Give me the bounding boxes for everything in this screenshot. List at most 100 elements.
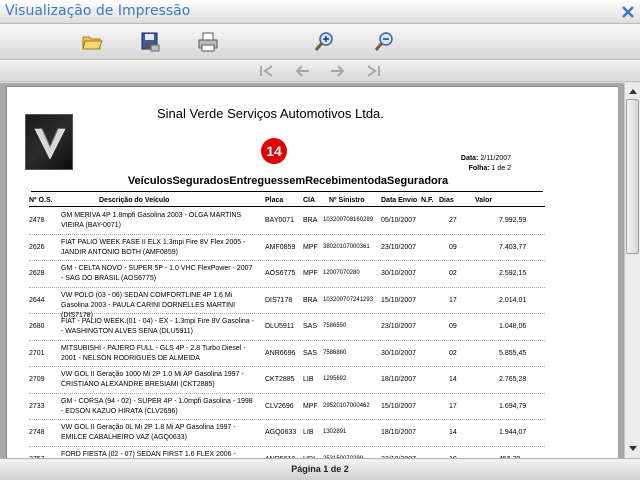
arrow-down-icon bbox=[629, 446, 637, 451]
cell-sinistro: 38020107000361 bbox=[323, 243, 370, 250]
header-descricao: Descrição do Veículo bbox=[99, 197, 170, 204]
cell-os: 2628 bbox=[29, 270, 45, 277]
cell-os: 2478 bbox=[29, 217, 45, 224]
table-header: Nº O.S. Descrição do Veículo Placa CIA N… bbox=[29, 195, 545, 207]
cell-cia: BRA bbox=[303, 217, 318, 224]
table-row: 2626 FIAT PALIO WEEK.FASE II ELX 1.3mpi F… bbox=[29, 235, 545, 261]
last-page-button[interactable] bbox=[362, 62, 384, 80]
cell-descricao: FORD FIESTA (02 - 07) SEDAN FIRST 1.6 FL… bbox=[61, 450, 236, 458]
table-row: 2701 MITSUBISHI - PAJERO FULL - GLS 4P - … bbox=[29, 341, 545, 367]
cell-placa: DIS7178 bbox=[265, 296, 293, 304]
cell-dias: 14 bbox=[449, 429, 457, 436]
cell-os: 2709 bbox=[29, 376, 45, 383]
vertical-scrollbar[interactable] bbox=[624, 83, 640, 458]
cell-data-envio: 18/10/2007 bbox=[381, 376, 417, 383]
cell-cia: SAS bbox=[303, 349, 318, 357]
table-row: 2644 VW POLO (03 - 06) SEDAN COMFORTLINE … bbox=[29, 288, 545, 319]
folha-label: Folha: bbox=[468, 165, 490, 172]
cell-sinistro: 1295692 bbox=[323, 376, 347, 382]
table-row: 2628 GM - CELTA NOVO - SUPER 5P - 1.0 VHC… bbox=[29, 261, 545, 288]
header-data-envio: Data Envio bbox=[381, 197, 418, 204]
cell-data-envio: 15/10/2007 bbox=[381, 296, 417, 304]
cell-os: 2748 bbox=[29, 429, 45, 436]
open-button[interactable] bbox=[80, 30, 104, 54]
cell-sinistro: 103200708160289 bbox=[323, 217, 374, 223]
header-nf: N.F. bbox=[421, 197, 434, 204]
cell-valor: 5.855,45 bbox=[499, 349, 527, 357]
cell-valor: 2.592,15 bbox=[499, 270, 527, 277]
cell-valor: 1.048,06 bbox=[499, 323, 527, 330]
cell-dias: 14 bbox=[449, 376, 457, 383]
arrow-up-icon bbox=[629, 89, 637, 94]
cell-data-envio: 15/10/2007 bbox=[381, 402, 417, 410]
cell-placa: AMF0859 bbox=[265, 243, 296, 251]
cell-sinistro: 1302891 bbox=[323, 429, 347, 435]
cell-dias: 02 bbox=[449, 349, 457, 357]
print-button[interactable] bbox=[196, 30, 220, 54]
printer-icon bbox=[198, 32, 218, 52]
save-disk-icon bbox=[141, 32, 160, 52]
header-placa: Placa bbox=[265, 197, 284, 204]
first-page-icon bbox=[260, 65, 273, 77]
prev-page-icon bbox=[295, 65, 309, 77]
cell-data-envio: 23/10/2007 bbox=[381, 323, 417, 330]
previous-page-button[interactable] bbox=[292, 62, 314, 80]
report-number-badge: 14 bbox=[261, 138, 287, 164]
cell-descricao: GM MERIVA 4P 1.8mpfi Gasolina 2003 - OLG… bbox=[61, 212, 242, 229]
save-button[interactable] bbox=[138, 30, 162, 54]
open-folder-icon bbox=[82, 36, 103, 50]
scroll-down-button[interactable] bbox=[626, 442, 640, 456]
cell-data-envio: 30/10/2007 bbox=[381, 349, 417, 357]
cell-descricao: GM - CELTA NOVO - SUPER 5P - 1.0 VHC Fle… bbox=[61, 265, 253, 282]
date-label: Data: bbox=[460, 155, 479, 162]
table-row: 2478 GM MERIVA 4P 1.8mpfi Gasolina 2003 -… bbox=[29, 208, 545, 235]
scroll-up-button[interactable] bbox=[626, 84, 640, 98]
close-button[interactable] bbox=[620, 4, 636, 20]
cell-dias: 17 bbox=[449, 296, 457, 304]
window-title: Visualização de Impressão bbox=[5, 3, 191, 19]
cell-cia: MPF bbox=[303, 402, 318, 410]
cell-valor: 1.944,07 bbox=[499, 429, 527, 436]
cell-dias: 09 bbox=[449, 323, 457, 330]
cell-valor: 7.403,77 bbox=[499, 243, 527, 251]
cell-sinistro: 12007070280 bbox=[323, 270, 360, 276]
cell-valor: 1.694,79 bbox=[499, 402, 527, 410]
cell-descricao: MITSUBISHI - PAJERO FULL - GLS 4P - 2.8 … bbox=[61, 344, 246, 362]
cell-cia: MPF bbox=[303, 270, 318, 277]
zoom-in-icon bbox=[314, 32, 333, 51]
cell-valor: 2.014,01 bbox=[499, 296, 527, 304]
last-page-icon bbox=[367, 65, 380, 77]
title-divider bbox=[31, 191, 543, 192]
cell-data-envio: 05/10/2007 bbox=[381, 217, 417, 224]
report-title: VeículosSeguradosEntreguessemRecebimento… bbox=[127, 175, 449, 187]
table-row: 2748 VW GOL II Geração 0L Mi 2P 1.8 Mi AP… bbox=[29, 420, 545, 447]
preview-viewport[interactable]: Sinal Verde Serviços Automotivos Ltda. 1… bbox=[0, 83, 624, 458]
header-dias: Dias bbox=[439, 197, 454, 204]
cell-dias: 27 bbox=[449, 217, 457, 224]
cell-placa: CKT2885 bbox=[265, 376, 295, 383]
cell-cia: BRA bbox=[303, 296, 318, 304]
report-page: Sinal Verde Serviços Automotivos Ltda. 1… bbox=[6, 86, 618, 458]
table-row: 2733 GM - CORSA (94 - 02) - SUPER 4P - 1.… bbox=[29, 394, 545, 420]
cell-placa: AOS6775 bbox=[265, 270, 296, 277]
first-page-button[interactable] bbox=[256, 62, 278, 80]
cell-os: 2733 bbox=[29, 402, 45, 410]
cell-sinistro: 7586550 bbox=[323, 323, 347, 329]
zoom-out-button[interactable] bbox=[372, 30, 396, 54]
cell-placa: BAY0071 bbox=[265, 217, 295, 224]
company-name: Sinal Verde Serviços Automotivos Ltda. bbox=[157, 106, 384, 121]
cell-descricao: VW GOL II Geração 0L Mi 2P 1.8 Mi AP Gas… bbox=[61, 424, 236, 441]
header-os: Nº O.S. bbox=[29, 197, 53, 204]
toolbar bbox=[0, 24, 640, 60]
folha-value: 1 de 2 bbox=[491, 165, 511, 172]
next-page-button[interactable] bbox=[326, 62, 348, 80]
cell-descricao: FIAT PALIO WEEK.FASE II ELX 1.3mpi Fire … bbox=[61, 238, 246, 256]
table-row: 2709 VW GOL II Geração 1000 Mi 2P 1.0 Mi … bbox=[29, 367, 545, 394]
title-bar: Visualização de Impressão bbox=[0, 0, 640, 24]
scroll-thumb[interactable] bbox=[626, 99, 639, 254]
header-cia: CIA bbox=[303, 197, 316, 204]
cell-placa: DLU5911 bbox=[265, 323, 295, 330]
zoom-in-button[interactable] bbox=[312, 30, 336, 54]
cell-placa: AGQ0633 bbox=[265, 429, 297, 436]
table-row: 2680 FIAT - PALIO WEEK.(01 - 04) - EX - 1… bbox=[29, 314, 545, 341]
